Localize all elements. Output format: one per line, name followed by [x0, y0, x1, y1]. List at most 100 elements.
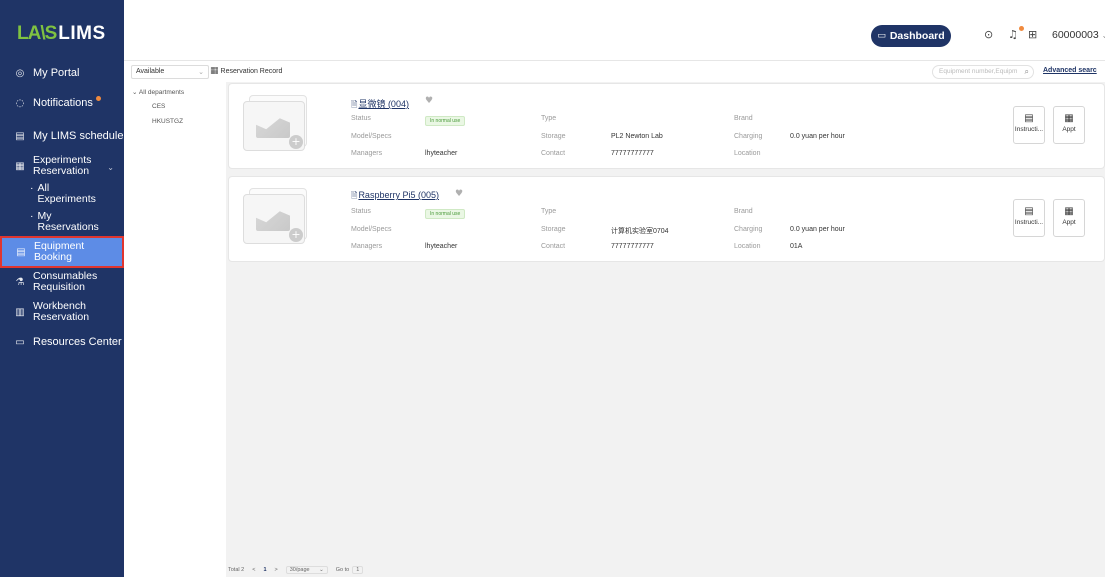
appointment-button[interactable]: ▦ Appt — [1053, 199, 1085, 237]
sidebar-item-label: My LIMS schedule — [33, 130, 124, 142]
sidebar-item-experiments-reservation[interactable]: ▦ Experiments Reservation ⌄ — [0, 151, 124, 181]
instructions-button[interactable]: ▤ Instructi... — [1013, 106, 1045, 144]
location-value: 01A — [790, 243, 803, 250]
advanced-search-link[interactable]: Advanced searc — [1043, 67, 1097, 74]
storage-label: Storage — [541, 226, 566, 233]
charging-label: Charging — [734, 226, 763, 233]
managers-label: Managers — [351, 243, 383, 250]
workbench-icon: ▥ — [15, 306, 25, 318]
prev-page-button[interactable]: < — [252, 567, 255, 573]
total-count: Total 2 — [228, 567, 245, 573]
sidebar-subitem-label: All Experiments — [37, 182, 96, 205]
sidebar-item-label: Experiments Reservation — [33, 154, 92, 177]
managers-value: lhyteacher — [425, 150, 458, 157]
reservation-record-link[interactable]: ▦ Reservation Record — [210, 66, 282, 76]
sidebar-item-equipment-booking[interactable]: ▤ Equipment Booking — [0, 236, 124, 268]
instructions-label: Instructi... — [1014, 126, 1044, 133]
sidebar-item-workbench[interactable]: ▥ Workbench Reservation — [0, 297, 124, 327]
sidebar-item-my-portal[interactable]: ◎ My Portal — [0, 60, 124, 86]
add-image-icon[interactable]: + — [289, 135, 303, 149]
user-id: 60000003 — [1052, 29, 1099, 41]
chat-icon: ◌ — [15, 97, 25, 109]
location-label: Location — [734, 243, 761, 250]
search-placeholder: Equipment number,Equipm — [939, 68, 1018, 75]
instructions-button[interactable]: ▤ Instructi... — [1013, 199, 1045, 237]
goto-input[interactable]: 1 — [352, 566, 364, 574]
contact-label: Contact — [541, 150, 566, 157]
instructions-icon: ▤ — [1024, 113, 1034, 124]
appointment-button[interactable]: ▦ Appt — [1053, 106, 1085, 144]
chevron-down-icon: ⌄ — [107, 163, 114, 172]
language-icon[interactable]: ⊞ — [1028, 28, 1037, 41]
top-bar: ▭ Dashboard ⊙ ♫ ⊞ 60000003 ⌄ — [124, 0, 1105, 60]
goto-label: Go to — [335, 567, 350, 573]
bullet: · — [30, 182, 34, 194]
flask-icon: ⚗ — [15, 276, 25, 288]
folder-icon: ▭ — [15, 336, 25, 348]
equipment-icon: ▤ — [16, 246, 26, 258]
document-icon: 🗎 — [351, 100, 358, 109]
search-icon[interactable]: ⌕ — [1025, 66, 1029, 78]
reservation-record-label: Reservation Record — [220, 67, 283, 75]
contact-value: 77777777777 — [611, 243, 654, 250]
equipment-title-text: 显微镜 (004) — [358, 99, 409, 109]
charging-value: 0.0 yuan per hour — [790, 133, 845, 140]
dashboard-button[interactable]: ▭ Dashboard — [871, 25, 951, 47]
sidebar-item-resources[interactable]: ▭ Resources Center — [0, 329, 124, 355]
charging-label: Charging — [734, 133, 763, 140]
sidebar-item-schedule[interactable]: ▤ My LIMS schedule — [0, 123, 124, 149]
storage-label: Storage — [541, 133, 566, 140]
sidebar-subitem-all-experiments[interactable]: · All Experiments — [0, 181, 124, 209]
document-icon: 🗎 — [351, 191, 358, 200]
status-badge: In normal use — [425, 209, 466, 219]
charging-value: 0.0 yuan per hour — [790, 226, 845, 233]
add-image-icon[interactable]: + — [289, 228, 303, 242]
calendar-icon: ▦ — [1064, 206, 1074, 217]
equipment-title[interactable]: 🗎Raspberry Pi5 (005) — [351, 190, 439, 204]
dashboard-label: Dashboard — [889, 30, 945, 42]
calendar-icon: ▤ — [15, 130, 25, 142]
page-size-select[interactable]: 30/page ⌄ — [285, 566, 328, 574]
equipment-title[interactable]: 🗎显微镜 (004) — [351, 97, 409, 113]
contact-value: 77777777777 — [611, 150, 654, 157]
status-label: Status — [351, 208, 371, 215]
model-label: Model/Specs — [351, 226, 392, 233]
appointment-label: Appt — [1062, 126, 1076, 133]
sidebar: LA\S LIMS ◎ My Portal ◌ Notifications ▤ … — [0, 0, 124, 577]
pagination: Total 2 < 1 > 30/page ⌄ Go to 1 — [228, 566, 371, 574]
sidebar-item-label: Workbench Reservation — [33, 300, 90, 323]
notification-dot — [1019, 26, 1024, 31]
chevron-down-icon: ⌄ — [198, 68, 204, 76]
managers-label: Managers — [351, 150, 383, 157]
sidebar-subitem-label: My Reservations — [37, 210, 99, 233]
bell-icon[interactable]: ♫ — [1008, 28, 1018, 41]
managers-value: lhyteacher — [425, 243, 458, 250]
sidebar-item-label: Resources Center — [33, 336, 122, 348]
sidebar-item-notifications[interactable]: ◌ Notifications — [0, 90, 124, 116]
equipment-search-input[interactable]: Equipment number,Equipm ⌕ — [932, 65, 1034, 79]
type-label: Type — [541, 208, 557, 215]
sidebar-item-label: Equipment Booking — [34, 240, 85, 263]
availability-select[interactable]: Available ⌄ — [131, 65, 209, 79]
tree-root[interactable]: ⌄ All departments — [132, 88, 184, 96]
equipment-card: + 🗎Raspberry Pi5 (005) ♥ Status In norma… — [228, 176, 1105, 262]
notification-dot — [95, 95, 101, 101]
sidebar-item-consumables[interactable]: ⚗ Consumables Requisition — [0, 267, 124, 297]
storage-value: PL2 Newton Lab — [611, 133, 663, 140]
app-logo[interactable]: LA\S LIMS — [17, 20, 106, 48]
equipment-card: + 🗎显微镜 (004) ♥ Status In normal use Mode… — [228, 83, 1105, 169]
sidebar-subitem-my-reservations[interactable]: · My Reservations — [0, 209, 124, 237]
help-icon[interactable]: ⊙ — [984, 28, 993, 41]
favorite-icon[interactable]: ♥ — [425, 96, 433, 106]
tree-node[interactable]: CES — [152, 103, 165, 110]
user-menu[interactable]: 60000003 ⌄ — [1052, 29, 1105, 41]
instructions-label: Instructi... — [1014, 219, 1044, 226]
filter-bar: Available ⌄ ▦ Reservation Record Equipme… — [124, 60, 1105, 82]
appointment-label: Appt — [1062, 219, 1076, 226]
page-number[interactable]: 1 — [263, 567, 266, 573]
next-page-button[interactable]: > — [275, 567, 278, 573]
tree-node[interactable]: HKUSTGZ — [152, 118, 183, 125]
instructions-icon: ▤ — [1024, 206, 1034, 217]
bullet: · — [30, 210, 34, 222]
favorite-icon[interactable]: ♥ — [455, 189, 463, 199]
